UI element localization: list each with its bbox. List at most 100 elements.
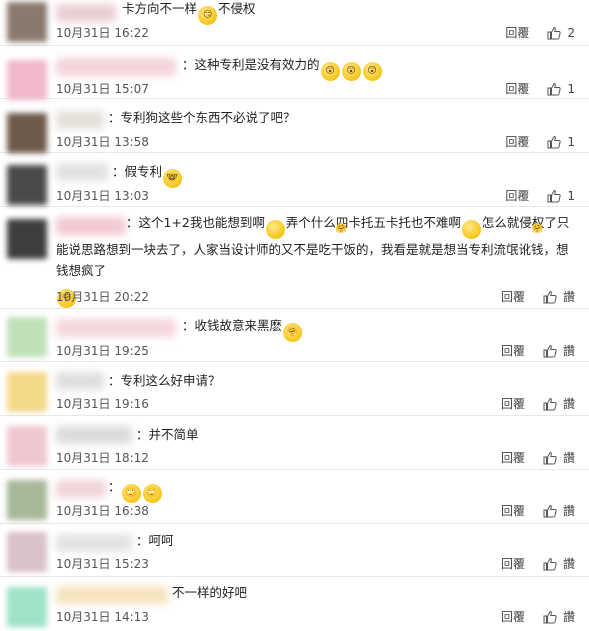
comment-item: ：呵呵 10月31日 15:23 回覆 讚 <box>0 524 589 577</box>
reply-button[interactable]: 回覆 <box>501 395 525 412</box>
comment-time: 10月31日 15:07 <box>56 82 149 96</box>
reply-button[interactable]: 回覆 <box>505 187 529 204</box>
username[interactable] <box>56 586 168 604</box>
comment-item: ： 🙄 🙄 10月31日 16:38 回覆 讚 <box>0 470 589 524</box>
avatar[interactable] <box>7 532 47 572</box>
comment-item: ：并不简单 10月31日 18:12 回覆 讚 <box>0 416 589 470</box>
comment-time: 10月31日 13:58 <box>56 135 149 149</box>
emoji-icon: 🙄 <box>142 484 162 503</box>
comment-text: ：收钱故意来黑麽 🤗 <box>182 315 577 342</box>
emoji-icon: 🤓 <box>163 169 183 188</box>
avatar[interactable] <box>7 2 47 42</box>
thumbs-up-icon[interactable] <box>543 557 557 571</box>
comment-actions: 回覆 讚 <box>501 502 575 519</box>
comment-item: 卡方向不一样 😏 不侵权 10月31日 16:22 回覆 2 <box>0 0 589 46</box>
like-count: 讚 <box>562 504 575 518</box>
username[interactable] <box>56 372 104 390</box>
username[interactable] <box>56 163 108 181</box>
comment-item: ：这个1+2我也能想到啊 🤗弄个什么四卡托五卡托也不难啊 🤗怎么就侵权了只能说思路想… <box>0 207 589 309</box>
username[interactable] <box>56 319 176 337</box>
thumbs-up-icon[interactable] <box>547 135 562 149</box>
emoji-icon: 😲 <box>362 62 382 81</box>
comment-item: 不一样的好吧 10月31日 14:13 回覆 讚 <box>0 577 589 631</box>
thumbs-up-icon[interactable] <box>547 82 562 96</box>
reply-button[interactable]: 回覆 <box>501 608 525 625</box>
reply-button[interactable]: 回覆 <box>505 133 529 150</box>
comment-text: ：专利这么好申请？ <box>108 373 221 388</box>
emoji-icon: 🙄 <box>121 484 141 503</box>
thumbs-up-icon[interactable] <box>547 26 562 40</box>
comment-text: ：专利狗这些个东西不必说了吧？ <box>108 110 296 125</box>
reply-button[interactable]: 回覆 <box>501 555 525 572</box>
emoji-icon: 🤗 <box>265 220 347 239</box>
reply-button[interactable]: 回覆 <box>501 342 525 359</box>
reply-button[interactable]: 回覆 <box>505 80 529 97</box>
comment-time: 10月31日 20:22 <box>56 290 149 304</box>
emoji-icon: 😏 <box>198 6 218 25</box>
reply-button[interactable]: 回覆 <box>501 449 525 466</box>
comment-item: ：专利狗这些个东西不必说了吧？ 10月31日 13:58 回覆 1 <box>0 99 589 153</box>
comment-actions: 回覆 1 <box>505 133 575 150</box>
comment-text: 卡方向不一样 😏 不侵权 <box>122 0 577 25</box>
comment-actions: 回覆 1 <box>505 187 575 204</box>
comment-item: ：假专利 🤓 10月31日 13:03 回覆 1 <box>0 153 589 207</box>
reply-button[interactable]: 回覆 <box>501 502 525 519</box>
reply-button[interactable]: 回覆 <box>505 24 529 41</box>
avatar[interactable] <box>7 113 47 153</box>
comment-time: 10月31日 16:22 <box>56 26 149 40</box>
like-count: 讚 <box>562 451 575 465</box>
avatar[interactable] <box>7 480 47 520</box>
comment-text: ：呵呵 <box>136 533 174 548</box>
comment-actions: 回覆 讚 <box>501 449 575 466</box>
comment-item: ：收钱故意来黑麽 🤗 10月31日 19:25 回覆 讚 <box>0 309 589 362</box>
like-count: 2 <box>567 25 575 40</box>
emoji-icon: 😲 <box>341 62 361 81</box>
comment-time: 10月31日 15:23 <box>56 557 149 571</box>
like-count: 1 <box>567 134 575 149</box>
thumbs-up-icon[interactable] <box>543 344 557 358</box>
avatar[interactable] <box>7 219 47 259</box>
thumbs-up-icon[interactable] <box>543 504 557 518</box>
thumbs-up-icon[interactable] <box>543 290 557 304</box>
comment-text: ：假专利 🤓 <box>112 161 577 188</box>
username[interactable] <box>56 111 104 129</box>
comment-actions: 回覆 讚 <box>501 395 575 412</box>
comment-time: 10月31日 18:12 <box>56 451 149 465</box>
username[interactable] <box>56 4 116 22</box>
avatar[interactable] <box>7 165 47 205</box>
comment-actions: 回覆 讚 <box>501 555 575 572</box>
comment-item: ：专利这么好申请？ 10月31日 19:16 回覆 讚 <box>0 362 589 416</box>
thumbs-up-icon[interactable] <box>543 451 557 465</box>
comment-time: 10月31日 16:38 <box>56 504 149 518</box>
username[interactable] <box>56 534 132 552</box>
emoji-icon: 🤗 <box>283 323 303 342</box>
comment-time: 10月31日 13:03 <box>56 189 149 203</box>
avatar[interactable] <box>7 60 47 100</box>
reply-button[interactable]: 回覆 <box>501 288 525 305</box>
comment-text: ：这种专利是没有效力的 😲 😲 😲 <box>182 54 577 81</box>
avatar[interactable] <box>7 317 47 357</box>
emoji-icon: 🤗 <box>461 220 543 239</box>
comment-time: 10月31日 19:25 <box>56 344 149 358</box>
thumbs-up-icon[interactable] <box>543 610 557 624</box>
comment-actions: 回覆 讚 <box>501 608 575 625</box>
comment-text: ：并不简单 <box>136 427 199 442</box>
username[interactable] <box>56 58 176 76</box>
comment-actions: 回覆 1 <box>505 80 575 97</box>
comment-time: 10月31日 19:16 <box>56 397 149 411</box>
avatar[interactable] <box>7 587 47 627</box>
avatar[interactable] <box>7 372 47 412</box>
like-count: 讚 <box>562 344 575 358</box>
username[interactable] <box>56 426 132 444</box>
avatar[interactable] <box>7 426 47 466</box>
like-count: 讚 <box>562 290 575 304</box>
thumbs-up-icon[interactable] <box>543 397 557 411</box>
comment-actions: 回覆 2 <box>505 24 575 41</box>
thumbs-up-icon[interactable] <box>547 189 562 203</box>
username[interactable] <box>56 480 106 498</box>
comment-text: 不一样的好吧 <box>172 585 248 600</box>
comment-text: ： 🙄 🙄 <box>108 476 577 503</box>
comment-actions: 回覆 讚 <box>501 288 575 305</box>
comment-actions: 回覆 讚 <box>501 342 575 359</box>
like-count: 1 <box>567 188 575 203</box>
